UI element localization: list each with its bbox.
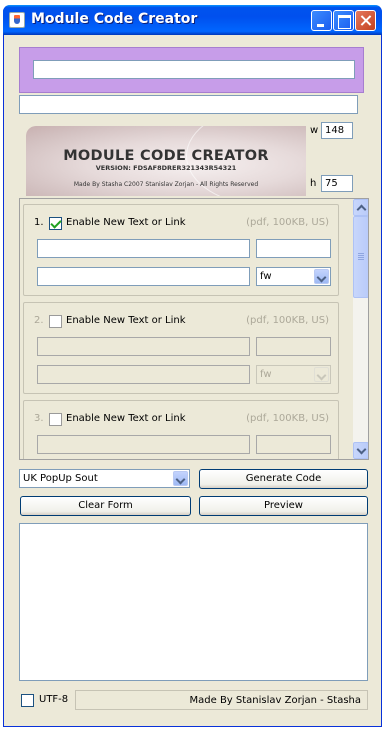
height-label: h bbox=[310, 178, 317, 189]
group-number: 3. bbox=[34, 413, 44, 424]
file-hint: (pdf, 100KB, US) bbox=[246, 217, 329, 228]
scroll-down-icon[interactable] bbox=[353, 442, 368, 459]
target-select-value: fw bbox=[260, 369, 272, 380]
logo-title: MODULE CODE CREATOR bbox=[63, 148, 269, 164]
code-output-area[interactable] bbox=[19, 523, 368, 681]
file-hint: (pdf, 100KB, US) bbox=[246, 413, 329, 424]
enable-checkbox-3[interactable] bbox=[49, 413, 62, 426]
template-combo[interactable]: UK PopUp Sout bbox=[19, 469, 190, 488]
app-window: Module Code Creator MODULE CODE CREATOR … bbox=[3, 5, 382, 727]
preview-button[interactable]: Preview bbox=[199, 496, 368, 516]
module-code-creator-logo: MODULE CODE CREATOR VERSION: FDSAF8DRER3… bbox=[26, 126, 306, 196]
module-name-input[interactable] bbox=[33, 60, 355, 79]
maximize-button[interactable] bbox=[333, 10, 354, 31]
template-combo-value: UK PopUp Sout bbox=[23, 473, 98, 484]
link-text-input-3[interactable] bbox=[37, 435, 250, 454]
file-size-input-2[interactable] bbox=[256, 337, 331, 356]
enable-label: Enable New Text or Link bbox=[66, 413, 186, 424]
link-text-input-2[interactable] bbox=[37, 337, 250, 356]
target-select-2[interactable]: fw bbox=[256, 365, 331, 384]
chevron-down-icon[interactable] bbox=[173, 471, 188, 486]
logo-credit: Made By Stasha C2007 Stanislav Zorjan - … bbox=[73, 181, 259, 188]
enable-label: Enable New Text or Link bbox=[66, 217, 186, 228]
target-select-value: fw bbox=[260, 271, 272, 282]
link-url-input-1[interactable] bbox=[37, 267, 250, 286]
minimize-button[interactable] bbox=[311, 10, 332, 31]
link-group-1: 1. Enable New Text or Link (pdf, 100KB, … bbox=[23, 204, 339, 296]
group-number: 2. bbox=[34, 315, 44, 326]
link-url-input-3[interactable] bbox=[37, 459, 250, 460]
logo-version: VERSION: FDSAF8DRER321343R54321 bbox=[95, 164, 237, 172]
window-title: Module Code Creator bbox=[31, 11, 198, 27]
scrollbar-thumb[interactable] bbox=[353, 216, 368, 298]
scroll-up-icon[interactable] bbox=[353, 199, 368, 216]
utf8-checkbox[interactable] bbox=[21, 694, 34, 707]
link-group-3: 3. Enable New Text or Link (pdf, 100KB, … bbox=[23, 400, 339, 460]
link-group-2: 2. Enable New Text or Link (pdf, 100KB, … bbox=[23, 302, 339, 394]
file-size-input-1[interactable] bbox=[256, 239, 331, 258]
java-app-icon[interactable] bbox=[9, 12, 25, 28]
enable-checkbox-2[interactable] bbox=[49, 315, 62, 328]
close-button[interactable] bbox=[355, 10, 376, 31]
enable-label: Enable New Text or Link bbox=[66, 315, 186, 326]
enable-checkbox-1[interactable] bbox=[49, 217, 62, 230]
chevron-down-icon[interactable] bbox=[314, 269, 329, 284]
file-size-input-3[interactable] bbox=[256, 435, 331, 454]
module-url-input[interactable] bbox=[19, 95, 358, 114]
status-bar: Made By Stanislav Zorjan - Stasha bbox=[75, 690, 368, 710]
group-number: 1. bbox=[34, 217, 44, 228]
target-select-1[interactable]: fw bbox=[256, 267, 331, 286]
utf8-label: UTF-8 bbox=[39, 694, 69, 705]
header-panel bbox=[19, 47, 364, 93]
link-url-input-2[interactable] bbox=[37, 365, 250, 384]
width-input[interactable] bbox=[321, 122, 353, 139]
file-hint: (pdf, 100KB, US) bbox=[246, 315, 329, 326]
link-text-input-1[interactable] bbox=[37, 239, 250, 258]
height-input[interactable] bbox=[321, 175, 353, 192]
clear-form-button[interactable]: Clear Form bbox=[20, 496, 191, 516]
vertical-scrollbar[interactable] bbox=[353, 199, 368, 459]
title-bar[interactable]: Module Code Creator bbox=[3, 5, 382, 35]
width-label: w bbox=[310, 125, 319, 136]
chevron-down-icon[interactable] bbox=[314, 367, 329, 382]
generate-code-button[interactable]: Generate Code bbox=[199, 469, 368, 489]
link-groups-scroll-pane[interactable]: 1. Enable New Text or Link (pdf, 100KB, … bbox=[19, 198, 369, 460]
